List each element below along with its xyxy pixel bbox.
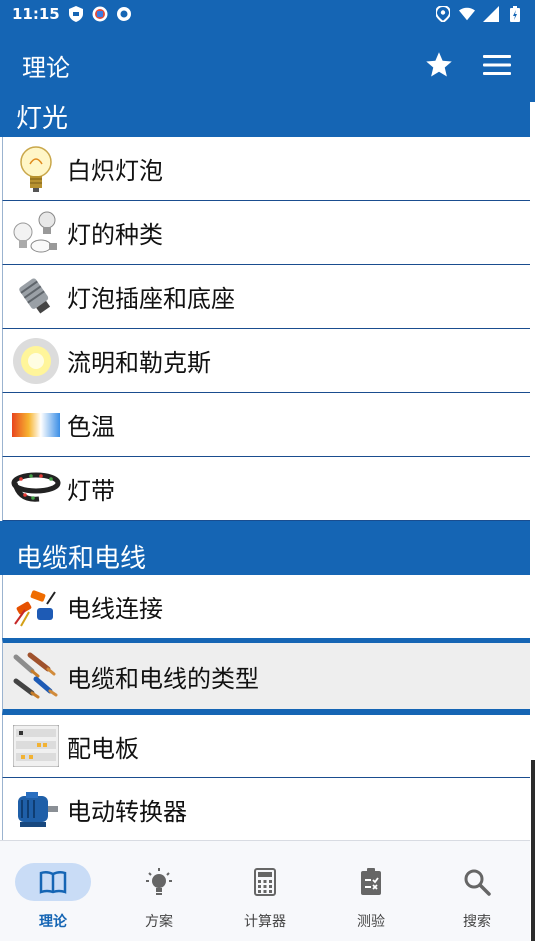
wifi-icon (459, 6, 475, 22)
list-item-label: 流明和勒克斯 (67, 349, 211, 377)
shield-icon (68, 6, 84, 22)
list-item-electric-converter[interactable]: 电动转换器 (2, 778, 530, 840)
led-strip-icon (11, 464, 61, 514)
bottom-navigation: 理论 方案 计算器 测验 搜索 (0, 840, 530, 941)
nav-item-calculator[interactable]: 计算器 (212, 841, 318, 941)
cable-types-icon (11, 651, 61, 701)
list-item-lumen-lux[interactable]: 流明和勒克斯 (2, 329, 530, 393)
nav-label: 搜索 (463, 914, 491, 930)
list-item-label: 白炽灯泡 (67, 157, 163, 185)
nav-label: 计算器 (244, 914, 286, 930)
electric-motor-icon (11, 785, 61, 835)
section-header-cables: 电缆和电线 (0, 521, 530, 575)
status-bar: 11:15 (0, 0, 535, 28)
list-item-label: 电线连接 (67, 595, 163, 623)
list-item-label: 色温 (67, 413, 115, 441)
list-item-led-strip[interactable]: 灯带 (2, 457, 530, 521)
wire-connectors-icon (11, 582, 61, 632)
page-title: 理论 (22, 53, 70, 82)
list-item-bulb-socket[interactable]: 灯泡插座和底座 (2, 265, 530, 329)
list-item-label: 灯泡插座和底座 (67, 285, 235, 313)
signal-icon (483, 6, 499, 22)
calculator-icon (227, 863, 303, 901)
lamp-types-icon (11, 208, 61, 258)
lightbulb-icon (121, 863, 197, 901)
list-item-label: 配电板 (67, 734, 139, 763)
list-item-wire-connections[interactable]: 电线连接 (2, 575, 530, 639)
list-item-lamp-types[interactable]: 灯的种类 (2, 201, 530, 265)
list-item-label: 电动转换器 (67, 798, 187, 826)
color-temperature-icon (11, 400, 61, 450)
app-bar: 理论 (0, 28, 535, 102)
distribution-board-icon (11, 721, 61, 771)
location-icon (435, 6, 451, 22)
section-header-lighting: 灯光 (0, 102, 530, 137)
star-icon[interactable] (423, 49, 455, 81)
scroll-edge (530, 102, 535, 840)
list-item-distribution-board[interactable]: 配电板 (2, 715, 530, 778)
nav-item-theory[interactable]: 理论 (0, 841, 106, 941)
clipboard-icon (333, 863, 409, 901)
search-icon (439, 863, 515, 901)
sync-icon (116, 6, 132, 22)
app-badge-icon (92, 6, 108, 22)
nav-item-quiz[interactable]: 测验 (318, 841, 424, 941)
bulb-socket-icon (11, 272, 61, 322)
list-item-label: 电缆和电线的类型 (67, 664, 259, 693)
glowing-light-icon (11, 336, 61, 386)
book-icon (15, 863, 91, 901)
section-title: 灯光 (16, 104, 69, 134)
nav-item-schemes[interactable]: 方案 (106, 841, 212, 941)
nav-label: 理论 (39, 914, 67, 930)
nav-label: 方案 (145, 914, 173, 930)
list-item-cable-types[interactable]: 电缆和电线的类型 (2, 638, 530, 715)
list-item-label: 灯的种类 (67, 221, 163, 249)
list-item-incandescent-bulb[interactable]: 白炽灯泡 (2, 137, 530, 201)
section-title: 电缆和电线 (16, 543, 147, 574)
menu-icon[interactable] (481, 49, 513, 81)
battery-icon (507, 6, 523, 22)
list-item-label: 灯带 (67, 477, 115, 505)
theory-list[interactable]: 灯光 白炽灯泡 灯的种类 灯泡插座和底座 流明和勒克斯 色温 灯带 电缆和电线 … (0, 102, 530, 840)
incandescent-bulb-icon (11, 144, 61, 194)
side-strip (531, 760, 535, 941)
nav-item-search[interactable]: 搜索 (424, 841, 530, 941)
status-time: 11:15 (12, 5, 60, 23)
list-item-color-temperature[interactable]: 色温 (2, 393, 530, 457)
nav-label: 测验 (357, 914, 385, 930)
